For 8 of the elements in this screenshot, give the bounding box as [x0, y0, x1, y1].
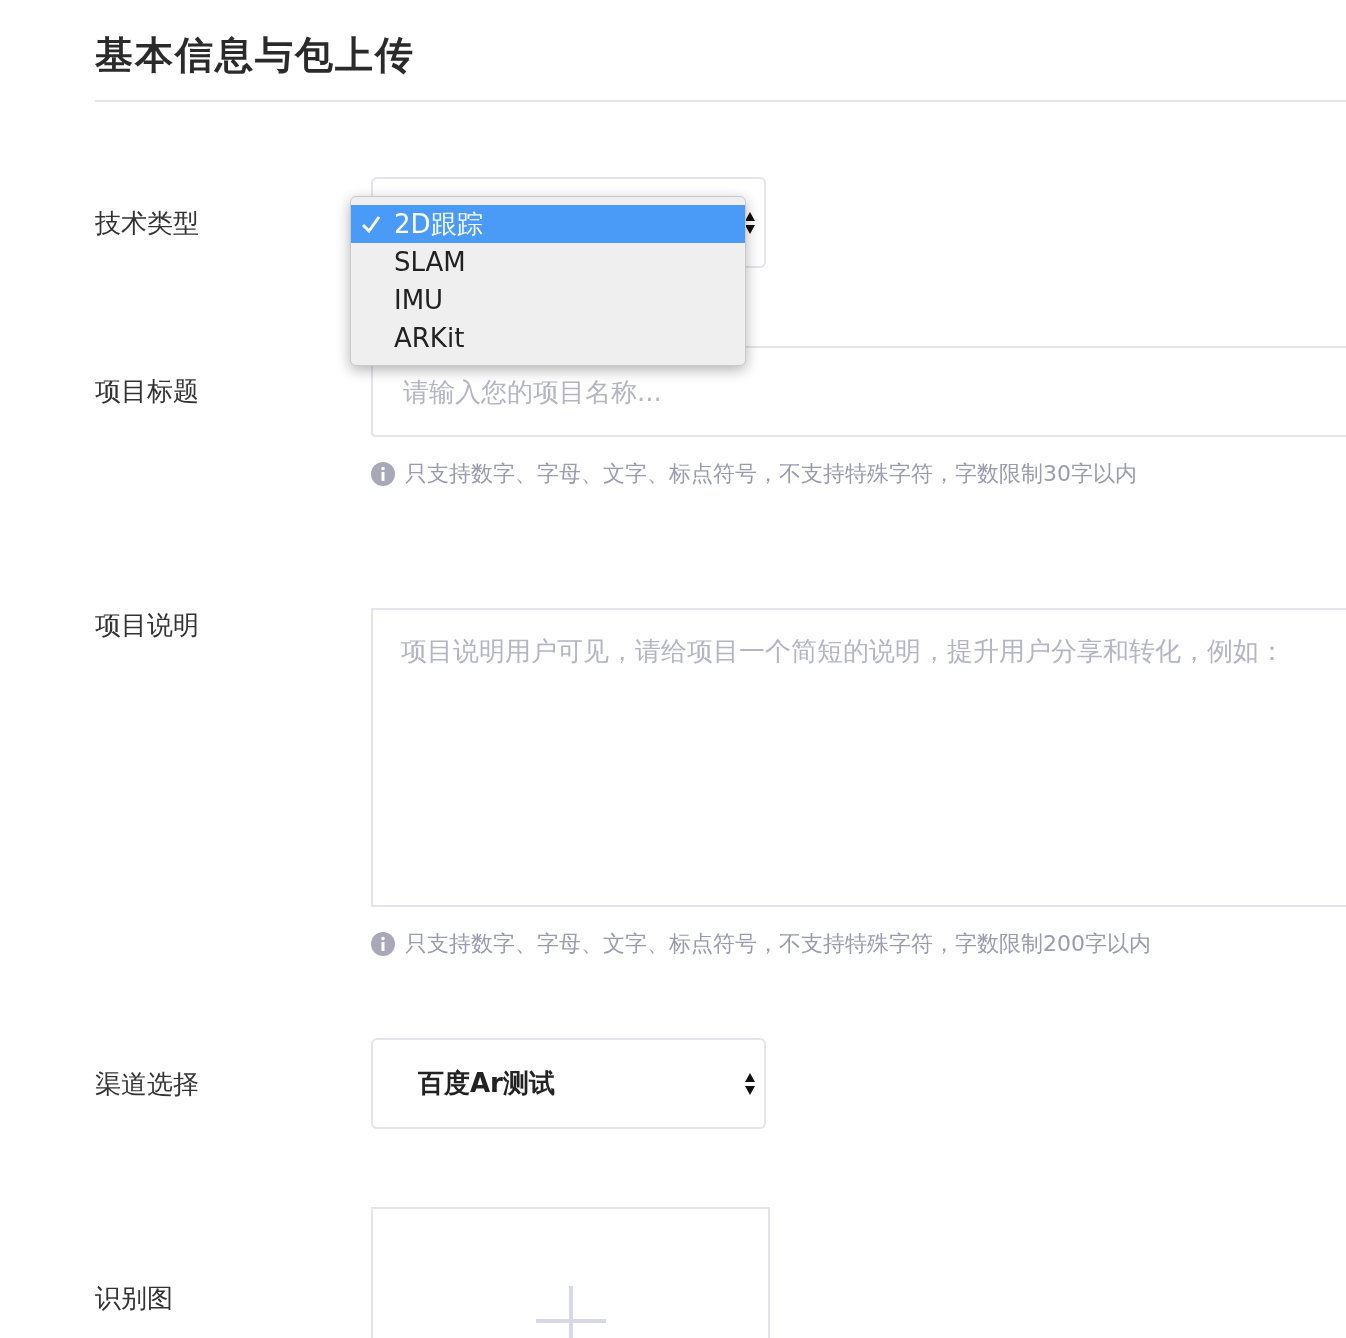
field-label: 识别图: [95, 1281, 174, 1315]
field-label: 项目标题: [95, 375, 200, 408]
hint-text: 只支持数字、字母、文字、标点符号，不支持特殊字符，字数限制200字以内: [405, 930, 1151, 958]
page-title: 基本信息与包上传: [95, 32, 416, 79]
field-label: 项目说明: [95, 609, 200, 642]
field-label: 技术类型: [95, 206, 200, 240]
field-label: 渠道选择: [95, 1067, 200, 1101]
hint-text: 只支持数字、字母、文字、标点符号，不支持特殊字符，字数限制30字以内: [405, 460, 1137, 488]
